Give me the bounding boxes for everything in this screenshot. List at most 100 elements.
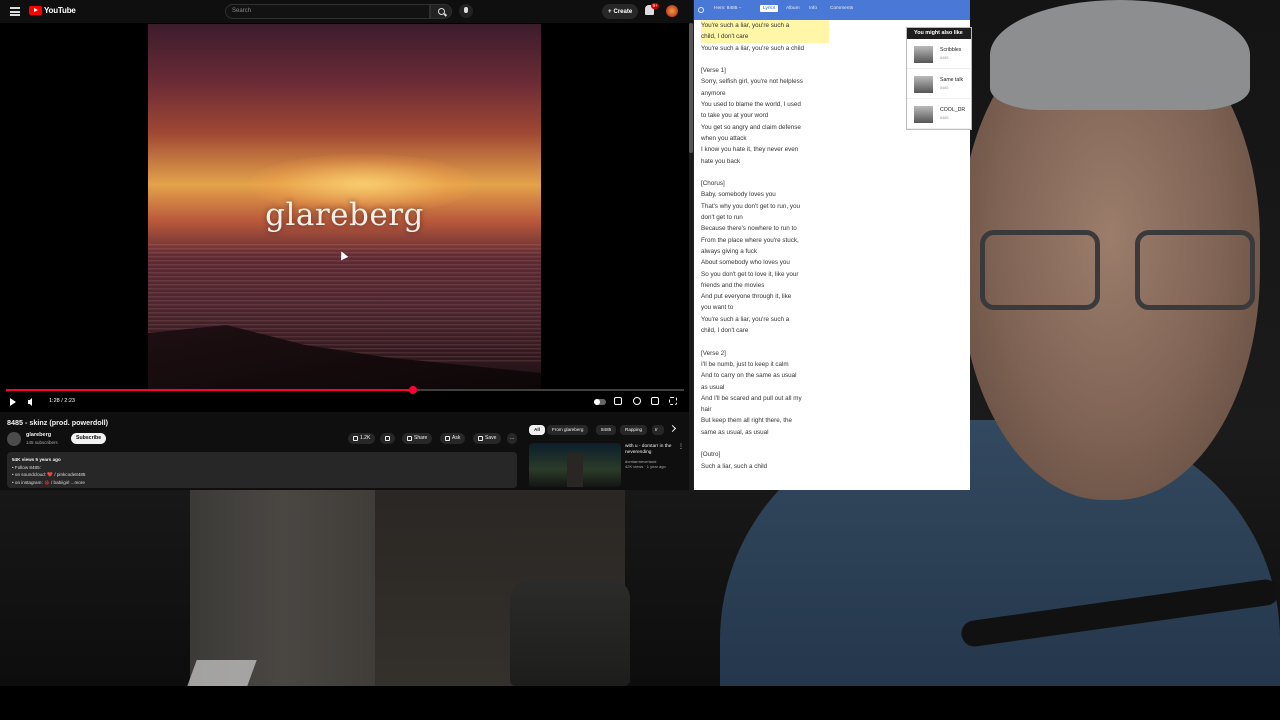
background-paper	[187, 660, 257, 686]
video-title: 8485 - skinz (prod. powerdoll)	[7, 418, 109, 427]
lyrics-line: friends and the movies	[701, 281, 765, 289]
sparkle-icon	[445, 436, 450, 441]
progress-bar[interactable]	[6, 386, 684, 394]
lyrics-blank-line	[701, 336, 829, 347]
settings-gear-icon[interactable]	[633, 397, 641, 405]
nav-item-info[interactable]: Info	[809, 6, 817, 11]
description-line[interactable]: • on instagram: 🐞 / babiigirl ...more	[12, 479, 512, 487]
thumbs-up-icon	[353, 436, 358, 441]
chip-all[interactable]: All	[529, 425, 545, 435]
subscribe-button[interactable]: Subscribe	[71, 433, 107, 444]
lyrics-section-header: [Outro]	[701, 451, 721, 459]
suggestion-title: COOL_DR	[940, 107, 966, 113]
play-icon[interactable]	[10, 398, 16, 406]
related-video-menu-icon[interactable]: ⋮	[678, 444, 684, 450]
site-logo-icon[interactable]	[698, 7, 704, 13]
subtitles-icon[interactable]	[614, 397, 622, 405]
ask-button[interactable]: Ask	[440, 433, 466, 444]
search-button[interactable]	[430, 4, 452, 19]
lyrics-line: You're such a liar, you're such a child	[701, 44, 804, 52]
related-video-meta: domtarrneverland 42K views · 1 year ago	[625, 459, 677, 469]
search-input[interactable]: Search	[225, 4, 430, 19]
voice-search-icon[interactable]	[459, 4, 473, 18]
channel-avatar[interactable]	[7, 432, 21, 446]
chip-8485[interactable]: 8485	[596, 425, 617, 435]
subscriber-count: 145 subscribers	[26, 440, 58, 445]
glasses-lens-left	[980, 230, 1100, 310]
lyrics-line: child, I don't care	[701, 327, 749, 335]
theater-mode-icon[interactable]	[651, 397, 659, 405]
fullscreen-icon[interactable]	[669, 397, 677, 405]
lyrics-line: don't get to run	[701, 214, 743, 222]
nav-item-comments[interactable]: Comments	[830, 6, 853, 11]
background-door	[190, 490, 375, 686]
share-label: Share	[414, 435, 428, 441]
description-line: • Follow 8485:	[12, 464, 41, 470]
lyrics-line: And to carry on the same as usual	[701, 372, 797, 380]
channel-name[interactable]: glareberg	[26, 432, 51, 438]
description-box[interactable]: 54K views 5 years ago • Follow 8485: • o…	[7, 452, 517, 488]
save-playlist-icon	[478, 436, 483, 441]
related-video-thumbnail[interactable]	[529, 443, 621, 487]
save-button[interactable]: Save	[473, 433, 502, 444]
view-stats: 54K views 5 years ago	[12, 457, 61, 462]
youtube-play-icon	[29, 6, 42, 15]
create-label: Create	[613, 8, 633, 15]
lyrics-line: You're such a liar, you're such a	[701, 315, 790, 323]
lyrics-text: You're such a liar, you're such a child, …	[701, 20, 829, 472]
create-button[interactable]: + Create	[602, 4, 639, 19]
lyrics-line: I'll be numb, just to keep it calm	[701, 360, 789, 368]
suggestion-artist: 8485	[940, 116, 949, 120]
like-button[interactable]: 1.2K	[348, 433, 376, 444]
dislike-button[interactable]	[380, 433, 395, 444]
video-overlay-text: glareberg	[265, 197, 424, 233]
lyrics-section-header: [Chorus]	[701, 180, 725, 188]
lyrics-section-header: [Verse 1]	[701, 67, 726, 75]
suggestion-thumbnail	[914, 106, 933, 123]
chevron-right-icon[interactable]	[668, 424, 677, 433]
lyrics-line: And put everyone through it, like	[701, 293, 792, 301]
nav-item-album[interactable]: Album	[786, 6, 800, 11]
bottom-black-strip	[0, 686, 1280, 720]
nav-item-lyrics[interactable]: Lyrics	[760, 5, 779, 12]
lyrics-line: So you don't get to love it, like your	[701, 270, 799, 278]
chip-more[interactable]: Ir	[652, 425, 664, 435]
lyrics-line: when you attack	[701, 134, 747, 142]
lyrics-line: And I'll be scared and pull out all my	[701, 394, 802, 402]
lyrics-line: as usual	[701, 383, 725, 391]
search-icon	[438, 8, 445, 15]
youtube-scrollbar[interactable]	[689, 23, 693, 490]
share-button[interactable]: Share	[402, 433, 433, 444]
suggestion-item[interactable]: Scribbles 8485	[907, 39, 971, 69]
lyrics-line: You're such a liar, you're such a	[701, 20, 829, 32]
save-label: Save	[485, 435, 497, 441]
lyrics-line: About somebody who loves you	[701, 259, 790, 267]
youtube-logo-text: YouTube	[44, 6, 76, 15]
suggestion-item[interactable]: Same talk 8485	[907, 69, 971, 99]
plus-icon: +	[608, 8, 612, 15]
lyrics-line: child, I don't care	[701, 31, 829, 43]
hamburger-menu-icon[interactable]	[10, 7, 20, 16]
nav-item-song[interactable]: Hem: 8485 –	[714, 6, 741, 11]
glasses-lens-right	[1135, 230, 1255, 310]
share-icon	[407, 436, 412, 441]
video-player[interactable]: glareberg 1:28 / 2:23	[0, 23, 690, 412]
related-video-title[interactable]: with u - domtarr in the neverending	[625, 444, 677, 456]
description-line[interactable]: • on soundcloud: ❤️ / pinkcode8485	[12, 471, 512, 479]
volume-icon[interactable]	[28, 398, 32, 406]
thumbs-down-icon	[385, 436, 390, 441]
more-actions-button[interactable]: ...	[507, 433, 518, 444]
lyrics-line: I know you hate it, they never even	[701, 146, 799, 154]
chip-rapping[interactable]: Rapping	[620, 425, 648, 435]
youtube-window: YouTube Search + Create 9+ glareberg 1:2…	[0, 0, 694, 490]
chip-from-channel[interactable]: From glareberg	[547, 425, 589, 435]
suggestion-item[interactable]: COOL_DR 8485	[907, 99, 971, 129]
suggestions-header: You might also like	[907, 28, 971, 39]
progress-scrubber[interactable]	[408, 386, 417, 394]
account-avatar[interactable]	[666, 5, 678, 17]
youtube-logo[interactable]: YouTube	[29, 6, 76, 15]
video-frame[interactable]: glareberg	[148, 24, 541, 389]
lyrics-section-header: [Verse 2]	[701, 349, 726, 357]
lyrics-line: Sorry, selfish girl, you're not helpless	[701, 78, 803, 86]
autoplay-toggle[interactable]	[594, 399, 606, 405]
